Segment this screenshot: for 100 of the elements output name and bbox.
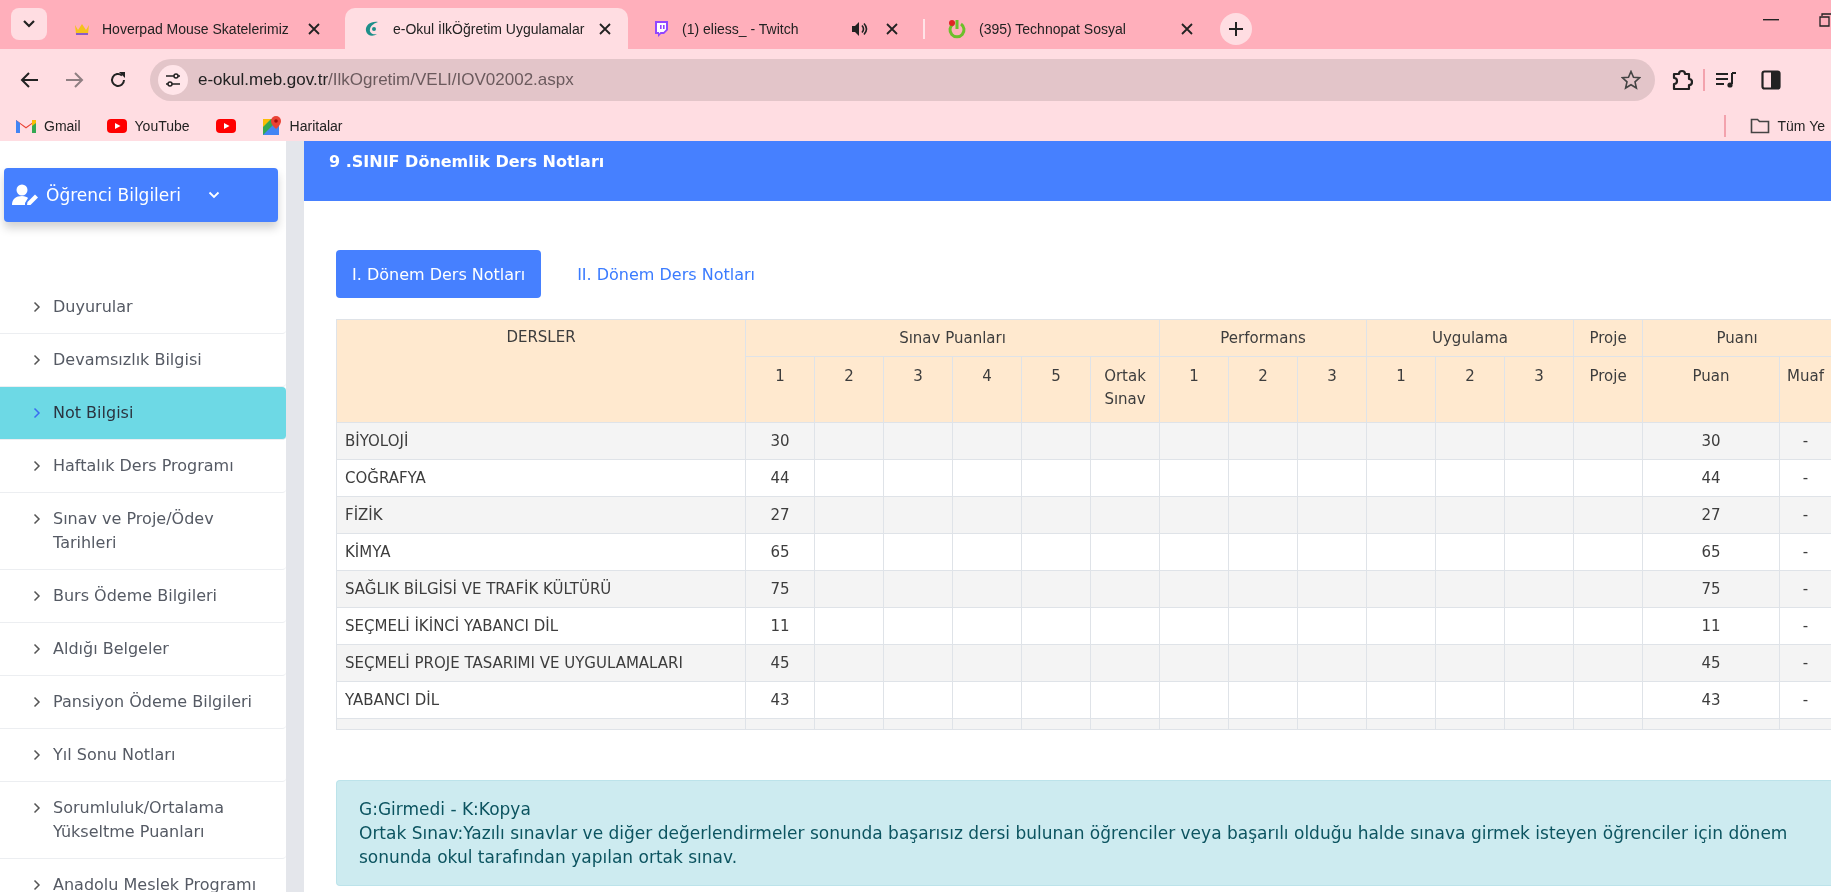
restore-icon[interactable] xyxy=(1819,13,1831,27)
playlist-icon[interactable] xyxy=(1715,70,1737,89)
sliders-icon xyxy=(165,72,181,87)
page-title: 9 .SINIF Dönemlik Ders Notları xyxy=(329,152,605,171)
all-bookmarks-button[interactable]: Tüm Ye xyxy=(1743,115,1831,136)
table-cell: SEÇMELİ PROJE TASARIMI VE UYGULAMALARI xyxy=(336,644,746,682)
chevron-right-icon xyxy=(33,354,41,366)
table-cell: - xyxy=(1779,496,1831,534)
scrollbar[interactable] xyxy=(286,141,304,892)
column-header: Ortak Sınav xyxy=(1090,356,1160,423)
column-header: 3 xyxy=(1297,356,1367,423)
table-cell: 44 xyxy=(745,459,815,497)
table-cell: 45 xyxy=(745,644,815,682)
reload-icon xyxy=(108,69,128,90)
column-header: 1 xyxy=(745,356,815,423)
power-icon xyxy=(947,18,967,39)
table-cell: 11 xyxy=(745,607,815,645)
table-cell: 43 xyxy=(1642,681,1780,719)
column-group-header: Puanı xyxy=(1642,319,1831,357)
browser-tab[interactable]: (1) eliess_ - Twitch xyxy=(634,8,917,49)
column-header: 2 xyxy=(814,356,884,423)
folder-icon xyxy=(1749,117,1770,134)
column-header: Muaf xyxy=(1779,356,1831,423)
play-icon xyxy=(215,118,236,133)
table-cell: 65 xyxy=(745,533,815,571)
chevron-right-icon xyxy=(33,590,41,602)
new-tab-button[interactable] xyxy=(1220,12,1252,45)
table-cell: 45 xyxy=(1642,644,1780,682)
browser-tab[interactable]: Hoverpad Mouse Skatelerimiz xyxy=(56,8,339,49)
chevron-right-icon xyxy=(33,696,41,708)
table-cell: - xyxy=(1779,644,1831,682)
chevron-down-icon xyxy=(22,19,36,29)
table-cell: YABANCI DİL xyxy=(336,681,746,719)
info-text: G:Girmedi - K:Kopya xyxy=(359,798,532,821)
url-text: e-okul.meb.gov.tr/IlkOgretim/VELI/IOV02002.aspx xyxy=(198,69,575,90)
chevron-right-icon xyxy=(33,407,41,419)
table-cell: 65 xyxy=(1642,533,1780,571)
side-panel-icon[interactable] xyxy=(1761,69,1781,90)
sidebar-item[interactable]: Not Bilgisi xyxy=(0,387,286,440)
puzzle-icon[interactable] xyxy=(1671,68,1693,91)
minimize-icon[interactable] xyxy=(1763,19,1779,21)
chevron-right-icon xyxy=(33,802,41,814)
column-header: DERSLER xyxy=(336,319,746,423)
table-cell: 75 xyxy=(1642,570,1780,608)
column-header: 3 xyxy=(883,356,953,423)
period-tab[interactable]: I. Dönem Ders Notları xyxy=(336,250,542,298)
gmail-icon xyxy=(16,118,36,133)
twitch-icon xyxy=(652,19,670,38)
column-header: 2 xyxy=(1228,356,1298,423)
table-cell: 11 xyxy=(1642,607,1780,645)
table-cell: 30 xyxy=(1642,422,1780,460)
info-text: Ortak Sınav:Yazılı sınavlar ve diğer değerlendirmeler sonunda başarısız dersi bulunan öğrenciler veya başarılı olduğu halde sınava girmek isteyen öğrenciler için dönem sonunda okul tarafından yapılan ortak sınav. xyxy=(359,822,1789,869)
chevron-down-icon xyxy=(208,191,220,199)
column-header: 4 xyxy=(952,356,1022,423)
table-cell: SEÇMELİ İKİNCİ YABANCI DİL xyxy=(336,607,746,645)
plus-icon xyxy=(1228,20,1244,37)
table-cell: 44 xyxy=(1642,459,1780,497)
play-icon xyxy=(106,118,127,133)
map-pin-icon xyxy=(261,115,282,136)
back-arrow-icon xyxy=(20,69,40,90)
close-icon xyxy=(307,21,321,36)
column-header: 1 xyxy=(1366,356,1436,423)
site-info-button[interactable] xyxy=(158,64,188,95)
column-header: 1 xyxy=(1159,356,1229,423)
bookmark[interactable]: YouTube xyxy=(100,115,196,136)
browser-tab[interactable]: e-Okul İlkÖğretim Uygulamalar xyxy=(345,8,628,49)
bookmark[interactable]: Haritalar xyxy=(255,113,349,138)
period-tab[interactable]: II. Dönem Ders Notları xyxy=(561,250,771,298)
close-icon xyxy=(1180,21,1194,36)
chevron-right-icon xyxy=(33,460,41,472)
column-header: Puan xyxy=(1642,356,1780,423)
table-cell: KİMYA xyxy=(336,533,746,571)
user-edit-icon xyxy=(12,184,40,206)
table-cell: COĞRAFYA xyxy=(336,459,746,497)
table-cell: 43 xyxy=(745,681,815,719)
table-cell: 27 xyxy=(1642,496,1780,534)
student-info-menu[interactable]: Öğrenci Bilgileri xyxy=(4,168,278,222)
table-cell: BİYOLOJİ xyxy=(336,422,746,460)
column-group-header: Sınav Puanları xyxy=(745,319,1160,357)
table-cell: - xyxy=(1779,422,1831,460)
column-group-header: Uygulama xyxy=(1366,319,1574,357)
tab-search-button[interactable] xyxy=(11,8,47,40)
table-cell: - xyxy=(1779,570,1831,608)
chevron-right-icon xyxy=(33,301,41,313)
column-group-header: Performans xyxy=(1159,319,1367,357)
browser-tab[interactable]: (395) Technopat Sosyal xyxy=(929,8,1212,49)
table-cell: SAĞLIK BİLGİSİ VE TRAFİK KÜLTÜRÜ xyxy=(336,570,746,608)
column-header: Proje xyxy=(1573,356,1643,423)
chevron-right-icon xyxy=(33,513,41,525)
column-header: 3 xyxy=(1504,356,1574,423)
address-bar[interactable]: e-okul.meb.gov.tr/IlkOgretim/VELI/IOV02002.aspx xyxy=(150,58,1655,101)
table-cell: 27 xyxy=(745,496,815,534)
forward-arrow-icon xyxy=(64,69,84,90)
bookmark[interactable]: Gmail xyxy=(10,115,87,136)
table-cell: FİZİK xyxy=(336,496,746,534)
chevron-right-icon xyxy=(33,749,41,761)
table-cell: 75 xyxy=(745,570,815,608)
speaker-icon[interactable] xyxy=(851,20,869,37)
table-cell: 30 xyxy=(745,422,815,460)
star-icon[interactable] xyxy=(1621,69,1641,90)
